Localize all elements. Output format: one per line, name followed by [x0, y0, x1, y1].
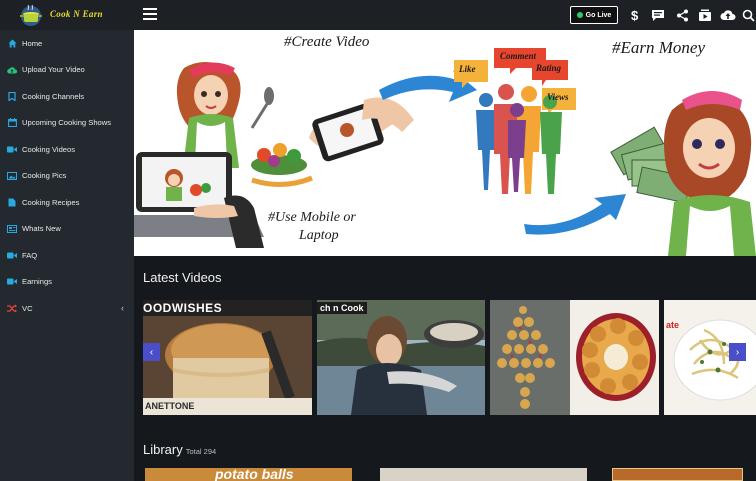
calendar-icon [7, 118, 17, 128]
svg-text:$: $ [631, 8, 639, 22]
carousel-prev-button[interactable]: ‹ [143, 343, 160, 361]
bubble-views: Views [547, 92, 569, 102]
sidebar-item-faq[interactable]: FAQ [0, 242, 134, 269]
newspaper-icon [7, 224, 17, 234]
sidebar-item-label: Cooking Recipes [22, 197, 80, 207]
dollar-icon[interactable]: $ [626, 6, 644, 24]
banner-caption-laptop: Laptop [299, 228, 339, 243]
banner-caption-create: #Create Video [284, 34, 370, 50]
sidebar-item-home[interactable]: Home [0, 30, 134, 57]
shuffle-icon [7, 303, 17, 313]
bubble-rating: Rating [536, 63, 562, 73]
video-thumbnail-2[interactable]: ch n Cook [317, 300, 485, 415]
cloud-upload-icon [7, 65, 17, 75]
bubble-comment: Comment [500, 51, 537, 61]
chevron-left-icon[interactable]: ‹ [121, 303, 124, 313]
sidebar-item-label: Upload Your Video [22, 65, 85, 75]
chevron-left-icon: ‹ [149, 346, 154, 358]
library-total: Total 294 [185, 447, 217, 456]
vegetable-bowl-illustration [251, 143, 313, 187]
sidebar-item-label: Whats New [22, 224, 61, 234]
brand-name: Cook N Earn [50, 9, 103, 19]
video-thumbnail-1[interactable]: OODWISHES ANETTONE [143, 300, 312, 415]
top-bar: Cook N Earn Go Live $ [0, 0, 756, 30]
carousel-next-button[interactable]: › [729, 343, 746, 361]
video-camera-icon [7, 144, 17, 154]
library-thumbnail-2[interactable] [380, 468, 587, 481]
sidebar-item-cooking-channels[interactable]: Cooking Channels [0, 83, 134, 110]
sidebar-item-earnings[interactable]: Earnings [0, 269, 134, 296]
sidebar-item-label: Cooking Pics [22, 171, 67, 181]
library-thumb-text: potato balls [215, 468, 294, 481]
library-thumbnail-3[interactable] [612, 468, 743, 481]
cooking-pot-logo-icon [20, 4, 42, 26]
library-thumbnail-1[interactable]: potato balls [145, 468, 352, 481]
latest-videos-title: Latest Videos [143, 270, 222, 285]
video-camera-icon [7, 277, 17, 287]
video-camera-icon [7, 250, 17, 260]
sidebar-item-label: Upcoming Cooking Shows [22, 118, 112, 128]
sidebar-item-cooking-recipes[interactable]: Cooking Recipes [0, 189, 134, 216]
search-icon[interactable] [741, 6, 756, 24]
sidebar-item-label: Earnings [22, 277, 52, 287]
home-icon [7, 38, 17, 48]
blue-arrow-lower [524, 194, 626, 235]
banner-caption-earn: #Earn Money [612, 38, 706, 57]
sidebar-item-label: VC [22, 303, 33, 313]
sidebar-item-label: Home [22, 38, 43, 48]
site-logo[interactable]: Cook N Earn [0, 0, 134, 30]
go-live-label: Go Live [585, 11, 612, 19]
menu-icon[interactable] [143, 8, 157, 20]
chevron-right-icon: › [735, 346, 740, 358]
video-overlay-text: ate [666, 320, 680, 330]
sidebar: Home Upload Your Video Cooking Channels … [0, 30, 134, 481]
banner-illustration [134, 48, 756, 256]
video-overlay-text: ch n Cook [317, 302, 367, 314]
document-icon [7, 197, 17, 207]
sidebar-item-cooking-pics[interactable]: Cooking Pics [0, 163, 134, 190]
banner-caption-mobile: #Use Mobile or [268, 210, 356, 225]
live-dot-icon [576, 12, 583, 18]
sidebar-item-vc[interactable]: VC ‹ [0, 295, 134, 322]
sidebar-item-label: FAQ [22, 250, 38, 260]
phone-illustration [309, 97, 414, 162]
video-upload-icon[interactable] [696, 6, 714, 24]
image-icon [7, 171, 17, 181]
video-overlay-text: ANETTONE [145, 401, 195, 411]
main-content: #Create Video #Earn Money #Use Mobile or… [134, 30, 756, 481]
sidebar-item-cooking-videos[interactable]: Cooking Videos [0, 136, 134, 163]
sidebar-item-whats-new[interactable]: Whats New [0, 216, 134, 243]
video-overlay-text: OODWISHES [143, 301, 223, 315]
video-thumbnail-3[interactable] [490, 300, 659, 415]
sidebar-item-label: Cooking Videos [22, 144, 76, 154]
chef-illustration-right [664, 91, 756, 256]
sidebar-item-upcoming-shows[interactable]: Upcoming Cooking Shows [0, 110, 134, 137]
share-icon[interactable] [673, 6, 691, 24]
latest-videos-heading: Latest Videos [143, 270, 222, 285]
chat-icon[interactable] [649, 6, 667, 24]
bubble-like: Like [459, 64, 476, 74]
promo-banner[interactable]: #Create Video #Earn Money #Use Mobile or… [134, 30, 756, 256]
bookmark-icon [7, 91, 17, 101]
library-heading: Library Total 294 [143, 442, 216, 457]
library-title: Library [143, 442, 183, 457]
tablet-illustration [134, 152, 264, 248]
sidebar-item-upload-video[interactable]: Upload Your Video [0, 57, 134, 84]
sidebar-item-label: Cooking Channels [22, 91, 85, 101]
go-live-button[interactable]: Go Live [570, 6, 618, 24]
cloud-upload-icon[interactable] [719, 6, 737, 24]
